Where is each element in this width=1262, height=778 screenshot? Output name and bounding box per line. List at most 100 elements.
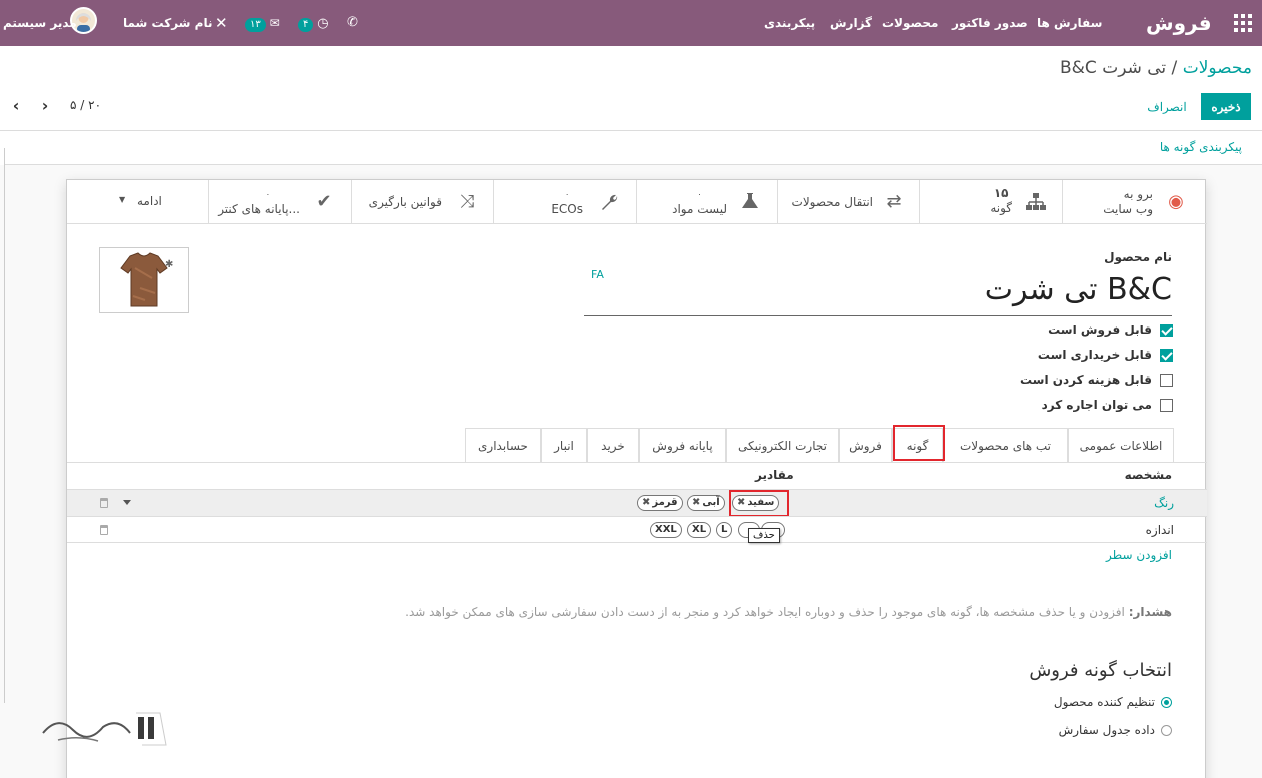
tab-general-info[interactable]: اطلاعات عمومی bbox=[1068, 428, 1174, 463]
pos-button-label: ۰ پایانه های کنتر... bbox=[218, 186, 300, 217]
pos-label: پایانه های کنتر... bbox=[218, 202, 300, 216]
website-line2: وب سایت bbox=[1103, 202, 1153, 216]
product-name-input[interactable]: تی شرت B&C bbox=[584, 270, 1172, 316]
radio-button[interactable] bbox=[1161, 725, 1172, 736]
rent-ok-label: می توان اجاره کرد bbox=[1041, 398, 1152, 412]
exchange-icon: ⇄ bbox=[886, 191, 902, 212]
variants-button[interactable]: ۱۵ گونه bbox=[919, 180, 1062, 224]
ecos-label: ECOs bbox=[551, 202, 583, 216]
bom-button[interactable]: ۰ لیست مواد bbox=[636, 180, 777, 224]
company-switcher[interactable]: نام شرکت شما bbox=[123, 0, 212, 46]
phone-icon[interactable]: ✆ bbox=[347, 0, 358, 46]
menu-orders[interactable]: سفارش ها bbox=[1037, 0, 1102, 46]
purchase-ok-checkbox[interactable] bbox=[1160, 349, 1173, 362]
sitemap-icon bbox=[1025, 192, 1047, 212]
button-box: ◉ برو به وب سایت ۱۵ گونه ⇄ انتقال محصولا… bbox=[67, 180, 1207, 224]
variant-selection-title: انتخاب گونه فروش bbox=[1029, 660, 1172, 681]
save-button[interactable]: ذخیره bbox=[1201, 93, 1251, 120]
ecos-button-label: ۰ ECOs bbox=[551, 186, 583, 217]
remove-tooltip: حذف bbox=[748, 528, 780, 543]
tab-accounting[interactable]: حسابداری bbox=[465, 428, 541, 463]
globe-icon: ◉ bbox=[1168, 191, 1184, 212]
attribute-name[interactable]: رنگ bbox=[1154, 496, 1174, 510]
discard-button[interactable]: انصراف bbox=[1142, 93, 1192, 120]
tab-sales[interactable]: فروش bbox=[839, 428, 892, 463]
menu-products[interactable]: محصولات bbox=[882, 0, 938, 46]
wrench-icon bbox=[598, 192, 620, 212]
debug-tools-icon[interactable]: ✕ bbox=[215, 0, 228, 46]
value-tag-l[interactable]: L bbox=[716, 522, 733, 538]
tab-pos[interactable]: پایانه فروش bbox=[639, 428, 726, 463]
translate-button[interactable]: FA bbox=[591, 268, 604, 281]
bom-label: لیست مواد bbox=[672, 202, 727, 216]
more-dropdown[interactable]: ادامه ▼ bbox=[67, 180, 208, 224]
menu-reporting[interactable]: گزارش bbox=[830, 0, 872, 46]
tab-inventory[interactable]: انبار bbox=[541, 428, 587, 463]
website-line1: برو به bbox=[1123, 187, 1153, 201]
variants-label: گونه bbox=[990, 201, 1012, 215]
product-moves-button[interactable]: ⇄ انتقال محصولات bbox=[777, 180, 919, 224]
table-row-color[interactable]: رنگ سفید✖ آبی✖ قرمز✖ bbox=[67, 489, 1207, 516]
sale-ok-checkbox-row[interactable]: قابل فروش است bbox=[1048, 323, 1173, 343]
tshirt-image bbox=[120, 252, 168, 307]
trash-icon[interactable] bbox=[100, 525, 108, 535]
purchase-ok-checkbox-row[interactable]: قابل خریداری است bbox=[1038, 348, 1173, 368]
putaway-rules-button[interactable]: ⤨ قوانین بارگیری bbox=[351, 180, 493, 224]
menu-invoicing[interactable]: صدور فاکتور bbox=[952, 0, 1028, 46]
breadcrumb-products-link[interactable]: محصولات bbox=[1183, 58, 1252, 78]
pos-count: ۰ bbox=[265, 190, 270, 199]
star-icon[interactable]: ✱ bbox=[165, 259, 173, 270]
add-line-link[interactable]: افزودن سطر bbox=[1106, 548, 1172, 562]
expense-ok-checkbox[interactable] bbox=[1160, 374, 1173, 387]
breadcrumb-separator: / bbox=[1171, 58, 1178, 78]
pager-value[interactable]: ۵ / ۲۰ bbox=[70, 98, 101, 112]
bom-button-label: ۰ لیست مواد bbox=[672, 186, 727, 217]
value-tag-xxl[interactable]: XXL bbox=[650, 522, 682, 538]
product-name-label: نام محصول bbox=[1104, 250, 1172, 264]
rent-ok-checkbox-row[interactable]: می توان اجاره کرد bbox=[1042, 398, 1173, 418]
remove-tag-icon[interactable]: ✖ bbox=[642, 497, 650, 508]
value-tag-red[interactable]: قرمز✖ bbox=[637, 495, 683, 511]
ecos-button[interactable]: ۰ ECOs bbox=[493, 180, 636, 224]
radio-option-configurator[interactable]: تنظیم کننده محصول bbox=[1054, 695, 1172, 713]
value-tag-blue[interactable]: آبی✖ bbox=[687, 495, 725, 511]
bom-count: ۰ bbox=[697, 190, 702, 199]
product-moves-label: انتقال محصولات bbox=[791, 195, 873, 209]
breadcrumb: محصولات / تی شرت B&C bbox=[1060, 58, 1252, 78]
trash-icon[interactable] bbox=[100, 498, 108, 508]
tab-product-tabs[interactable]: تب های محصولات bbox=[943, 428, 1068, 463]
activities-badge: ۴ bbox=[298, 18, 314, 32]
ecos-count: ۰ bbox=[565, 190, 570, 199]
pager-next-button[interactable]: › bbox=[37, 96, 53, 116]
rent-ok-checkbox[interactable] bbox=[1160, 399, 1173, 412]
menu-configuration[interactable]: پیکربندی bbox=[764, 0, 815, 46]
activities-menu[interactable]: ۴ ◷ bbox=[298, 0, 329, 46]
user-menu[interactable]: مدیر سیستم bbox=[3, 0, 77, 46]
product-image[interactable] bbox=[99, 247, 189, 313]
tab-purchase[interactable]: خرید bbox=[587, 428, 639, 463]
apps-menu-icon[interactable] bbox=[1234, 14, 1252, 32]
radio-option-order-grid[interactable]: داده جدول سفارش bbox=[1059, 723, 1172, 741]
expense-ok-checkbox-row[interactable]: قابل هزینه کردن است bbox=[1020, 373, 1173, 393]
warning-label: هشدار: bbox=[1128, 605, 1172, 619]
radio-label: تنظیم کننده محصول bbox=[1053, 695, 1155, 709]
pos-button[interactable]: ✔ ۰ پایانه های کنتر... bbox=[208, 180, 351, 224]
tab-divider bbox=[67, 462, 1207, 463]
tab-ecommerce[interactable]: تجارت الکترونیکی bbox=[726, 428, 839, 463]
warning-body: افزودن و یا حذف مشخصه ها، گونه های موجود… bbox=[405, 605, 1125, 619]
configure-variants-button[interactable]: پیکربندی گونه ها bbox=[1160, 140, 1242, 154]
attribute-name[interactable]: اندازه bbox=[1146, 523, 1174, 537]
sale-ok-checkbox[interactable] bbox=[1160, 324, 1173, 337]
warning-text: هشدار: افزودن و یا حذف مشخصه ها، گونه ها… bbox=[405, 605, 1172, 619]
messages-menu[interactable]: ۱۳ ✉ bbox=[245, 0, 280, 46]
radio-button[interactable] bbox=[1161, 697, 1172, 708]
app-title: فروش bbox=[1146, 11, 1212, 35]
caret-down-icon: ▼ bbox=[119, 195, 126, 204]
table-row-size[interactable]: اندازه S M L XL XXL bbox=[67, 516, 1207, 543]
remove-tag-icon[interactable]: ✖ bbox=[692, 497, 700, 508]
values-dropdown-caret-icon[interactable] bbox=[123, 500, 131, 505]
pager-prev-button[interactable]: ‹ bbox=[8, 96, 24, 116]
website-button[interactable]: ◉ برو به وب سایت bbox=[1062, 180, 1205, 224]
putaway-rules-label: قوانین بارگیری bbox=[368, 195, 442, 209]
value-tag-xl[interactable]: XL bbox=[687, 522, 712, 538]
